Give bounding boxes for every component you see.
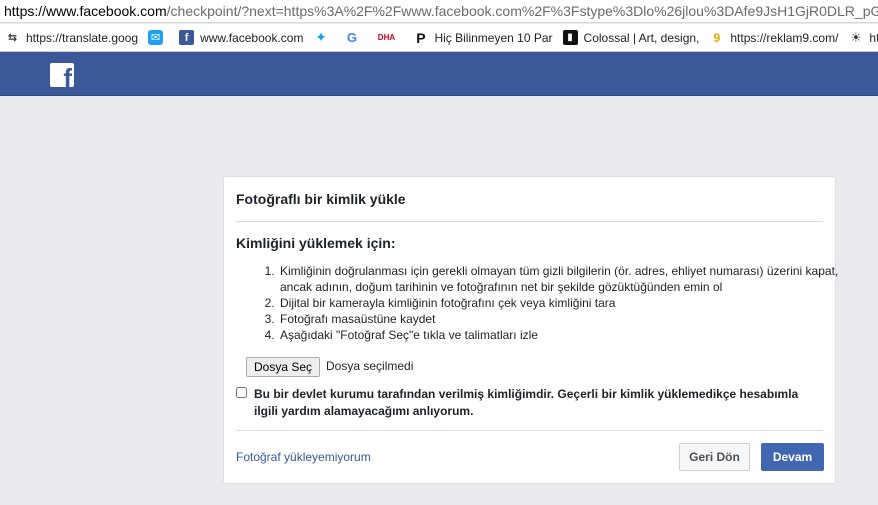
- reklam9-icon: 9: [713, 30, 721, 45]
- bookmark-label: https://translate.goog: [26, 30, 139, 45]
- google-icon: G: [346, 30, 358, 45]
- file-status: Dosya seçilmedi: [326, 359, 414, 373]
- instruction-step: Kimliğinin doğrulanması için gerekli olm…: [278, 263, 858, 295]
- footer-divider: [236, 430, 823, 431]
- government-id-checkbox-label[interactable]: Bu bir devlet kurumu tarafından verilmiş…: [254, 386, 822, 420]
- instruction-step: Aşağıdaki "Fotoğraf Seç"e tıkla ve talim…: [278, 327, 858, 343]
- instruction-step: Dijital bir kamerayla kimliğinin fotoğra…: [278, 295, 858, 311]
- continue-button[interactable]: Devam: [761, 443, 824, 471]
- cant-upload-link[interactable]: Fotoğraf yükleyemiyorum: [236, 450, 371, 464]
- colossal-icon: ▮: [562, 30, 578, 45]
- bookmark-label: htt: [869, 30, 878, 45]
- choose-file-button[interactable]: Dosya Seç: [246, 357, 321, 377]
- bookmark-label: Hiç Bilinmeyen 10 Par: [434, 30, 553, 45]
- facebook-logo-letter: f: [63, 63, 72, 87]
- bookmark-dha[interactable]: DHA: [370, 24, 408, 51]
- translate-icon: ⇆: [7, 32, 18, 44]
- bookmark-label: www.facebook.com: [200, 30, 304, 45]
- p-icon: P: [416, 29, 426, 46]
- bookmark-tweetdeck[interactable]: ✉: [143, 24, 174, 51]
- bookmark-hic-bilinmeyen[interactable]: P Hiç Bilinmeyen 10 Par: [408, 24, 557, 51]
- dha-icon: DHA: [377, 33, 396, 42]
- instruction-list: Kimliğinin doğrulanması için gerekli olm…: [236, 263, 858, 343]
- government-id-checkbox[interactable]: [236, 387, 247, 398]
- bookmark-sun[interactable]: ☀ htt: [843, 24, 878, 51]
- bookmarks-bar: ⇆ https://translate.goog ✉ f www.faceboo…: [0, 24, 878, 52]
- bookmark-label: https://reklam9.com/: [730, 30, 839, 45]
- bookmark-label: Colossal | Art, design,: [583, 30, 700, 45]
- tweetdeck-icon: ✉: [148, 30, 164, 45]
- back-button[interactable]: Geri Dön: [679, 443, 750, 471]
- facebook-icon: f: [179, 30, 195, 45]
- twitter-icon: ✦: [315, 29, 327, 45]
- bookmark-twitter[interactable]: ✦: [308, 24, 339, 51]
- sun-icon: ☀: [850, 29, 862, 45]
- bookmark-translate[interactable]: ⇆ https://translate.goog: [0, 24, 143, 51]
- instruction-step: Fotoğrafı masaüstüne kaydet: [278, 311, 858, 327]
- id-upload-card: Fotoğraflı bir kimlik yükle Kimliğini yü…: [223, 176, 838, 484]
- instructions-heading: Kimliğini yüklemek için:: [236, 235, 396, 251]
- facebook-header: f: [0, 52, 878, 96]
- url-domain: https://www.facebook.com: [4, 3, 167, 19]
- card-title: Fotoğraflı bir kimlik yükle: [236, 191, 406, 207]
- facebook-logo-icon[interactable]: f: [50, 63, 74, 87]
- title-divider: [236, 221, 823, 222]
- address-bar[interactable]: https://www.facebook.com/checkpoint/?nex…: [0, 0, 878, 23]
- url-path: /checkpoint/?next=https%3A%2F%2Fwww.face…: [166, 3, 878, 19]
- bookmark-google[interactable]: G: [339, 24, 370, 51]
- bookmark-facebook[interactable]: f www.facebook.com: [174, 24, 308, 51]
- bookmark-reklam9[interactable]: 9 https://reklam9.com/: [704, 24, 843, 51]
- bookmark-colossal[interactable]: ▮ Colossal | Art, design,: [558, 24, 705, 51]
